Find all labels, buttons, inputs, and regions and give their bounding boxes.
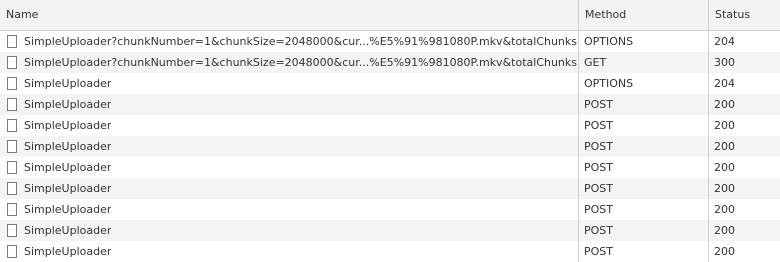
file-icon [7,77,17,90]
method-cell: POST [579,94,709,115]
status-cell: 200 [714,182,735,195]
name-cell: SimpleUploader [0,199,579,220]
request-name: SimpleUploader [24,245,112,258]
table-row[interactable]: SimpleUploader?chunkNumber=1&chunkSize=2… [0,31,780,52]
method-cell: OPTIONS [579,73,709,94]
request-name: SimpleUploader [24,224,112,237]
name-cell: SimpleUploader [0,94,579,115]
table-row[interactable]: SimpleUploader POST 200 [0,241,780,262]
table-row[interactable]: SimpleUploader OPTIONS 204 [0,73,780,94]
name-cell: SimpleUploader [0,157,579,178]
name-cell: SimpleUploader [0,241,579,262]
name-cell: SimpleUploader [0,136,579,157]
method-cell: POST [579,115,709,136]
status-cell: 200 [714,119,735,132]
method-cell: POST [579,136,709,157]
request-name: SimpleUploader?chunkNumber=1&chunkSize=2… [24,56,578,69]
table-body: SimpleUploader?chunkNumber=1&chunkSize=2… [0,31,780,262]
column-header-name[interactable]: Name [0,0,579,30]
status-cell: 204 [714,77,735,90]
column-header-method[interactable]: Method [579,0,709,30]
name-cell: SimpleUploader [0,73,579,94]
status-cell: 200 [714,161,735,174]
request-name: SimpleUploader [24,203,112,216]
table-row[interactable]: SimpleUploader POST 200 [0,199,780,220]
file-icon [7,56,17,69]
table-row[interactable]: SimpleUploader POST 200 [0,157,780,178]
method-cell: POST [579,157,709,178]
status-cell: 200 [714,245,735,258]
file-icon [7,203,17,216]
table-row[interactable]: SimpleUploader POST 200 [0,115,780,136]
request-name: SimpleUploader [24,98,112,111]
table-row[interactable]: SimpleUploader POST 200 [0,136,780,157]
method-cell: POST [579,220,709,241]
status-cell: 204 [714,35,735,48]
file-icon [7,35,17,48]
request-name: SimpleUploader [24,161,112,174]
file-icon [7,224,17,237]
name-cell: SimpleUploader [0,220,579,241]
name-cell: SimpleUploader?chunkNumber=1&chunkSize=2… [0,52,579,73]
network-requests-table: Name Method Status SimpleUploader?chunkN… [0,0,780,262]
name-cell: SimpleUploader [0,115,579,136]
name-cell: SimpleUploader [0,178,579,199]
file-icon [7,161,17,174]
method-cell: POST [579,199,709,220]
request-name: SimpleUploader [24,182,112,195]
table-row[interactable]: SimpleUploader POST 200 [0,94,780,115]
file-icon [7,245,17,258]
request-name: SimpleUploader [24,140,112,153]
file-icon [7,119,17,132]
method-cell: POST [579,178,709,199]
status-cell: 200 [714,98,735,111]
method-cell: GET [579,52,709,73]
table-header: Name Method Status [0,0,780,31]
name-cell: SimpleUploader?chunkNumber=1&chunkSize=2… [0,31,579,52]
file-icon [7,140,17,153]
status-cell: 200 [714,140,735,153]
request-name: SimpleUploader [24,77,112,90]
request-name: SimpleUploader [24,119,112,132]
file-icon [7,182,17,195]
table-row[interactable]: SimpleUploader POST 200 [0,178,780,199]
request-name: SimpleUploader?chunkNumber=1&chunkSize=2… [24,35,578,48]
method-cell: OPTIONS [579,31,709,52]
file-icon [7,98,17,111]
status-cell: 200 [714,203,735,216]
table-row[interactable]: SimpleUploader POST 200 [0,220,780,241]
method-cell: POST [579,241,709,262]
column-header-status[interactable]: Status [709,0,780,30]
status-cell: 200 [714,224,735,237]
status-cell: 300 [714,56,735,69]
table-row[interactable]: SimpleUploader?chunkNumber=1&chunkSize=2… [0,52,780,73]
